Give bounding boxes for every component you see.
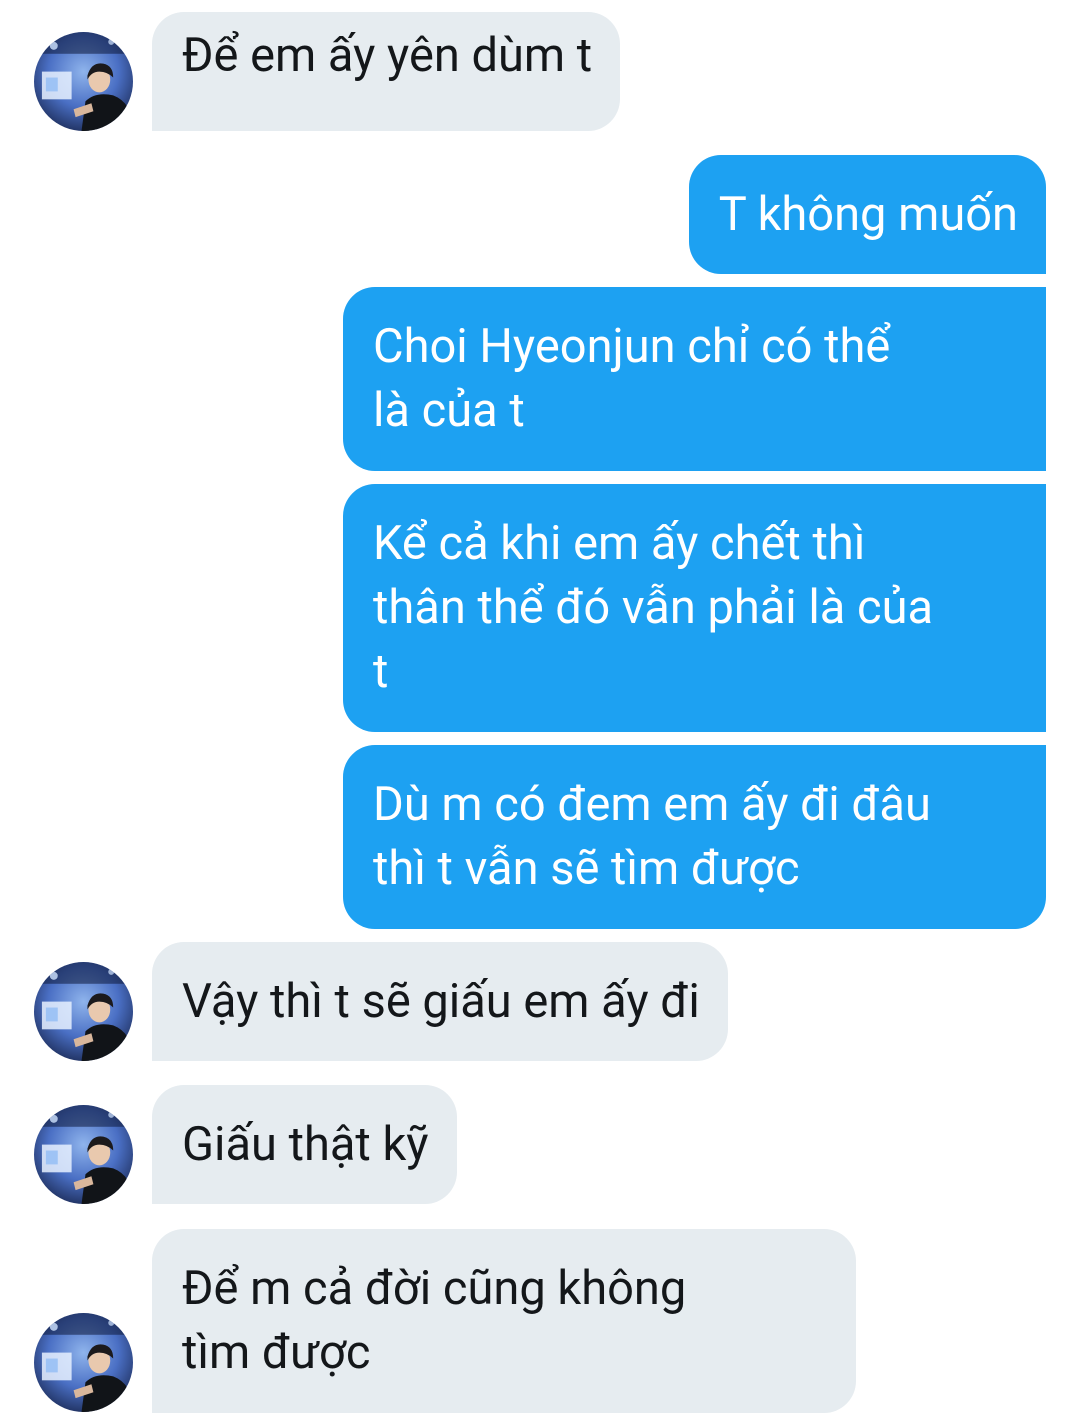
outgoing-message-bubble[interactable]: Dù m có đem em ấy đi đâu thì t vẫn sẽ tì… <box>343 745 1046 929</box>
message-line: thân thể đó vẫn phải là của <box>373 580 934 635</box>
message-text: Giấu thật kỹ <box>182 1117 429 1172</box>
message-text: Để em ấy yên dùm t <box>182 28 593 83</box>
message-line: tìm được <box>182 1325 371 1380</box>
message-line: t <box>373 644 389 699</box>
message-line: Dù m có đem em ấy đi đâu <box>373 777 931 832</box>
message-line: là của t <box>373 383 525 438</box>
message-text: T không muốn <box>718 187 1018 242</box>
incoming-message-bubble[interactable]: Giấu thật kỹ <box>152 1085 457 1204</box>
incoming-message-bubble[interactable]: Vậy thì t sẽ giấu em ấy đi <box>152 942 728 1061</box>
contact-avatar[interactable] <box>34 962 133 1061</box>
contact-avatar[interactable] <box>34 1105 133 1204</box>
incoming-message-bubble[interactable]: Để em ấy yên dùm t <box>152 12 621 131</box>
message-text: Vậy thì t sẽ giấu em ấy đi <box>182 974 700 1029</box>
message-line: Choi Hyeonjun chỉ có thể <box>373 319 891 374</box>
outgoing-message-bubble[interactable]: Choi Hyeonjun chỉ có thể là của t <box>343 287 1046 471</box>
message-line: Kể cả khi em ấy chết thì <box>373 516 866 571</box>
contact-avatar[interactable] <box>34 32 133 131</box>
incoming-message-bubble[interactable]: Để m cả đời cũng không tìm được <box>152 1229 856 1413</box>
outgoing-message-bubble[interactable]: T không muốn <box>688 155 1046 274</box>
outgoing-message-bubble[interactable]: Kể cả khi em ấy chết thì thân thể đó vẫn… <box>343 484 1046 732</box>
contact-avatar[interactable] <box>34 1313 133 1412</box>
message-line: Để m cả đời cũng không <box>182 1261 687 1316</box>
message-line: thì t vẫn sẽ tìm được <box>373 841 800 896</box>
